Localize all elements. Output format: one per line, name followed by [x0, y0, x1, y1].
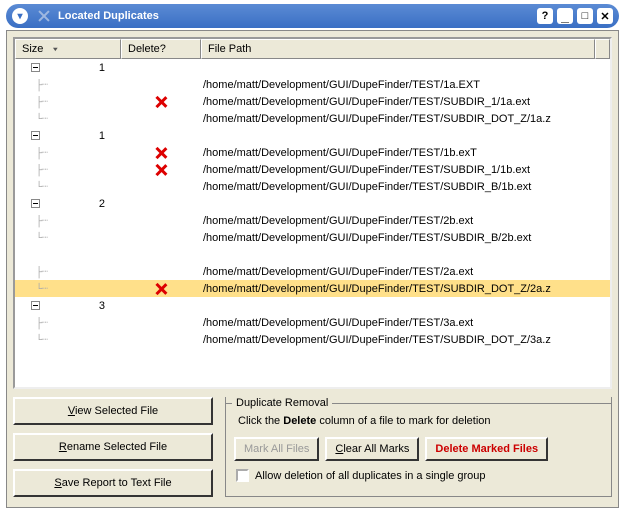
sort-descending-icon: ▼: [51, 46, 59, 52]
allow-deletion-checkbox[interactable]: [236, 469, 249, 482]
table-row[interactable]: └┈ /home/matt/Development/GUI/DupeFinder/…: [15, 229, 610, 246]
minimize-button[interactable]: _: [557, 8, 573, 24]
file-path: /home/matt/Development/GUI/DupeFinder/TE…: [201, 79, 610, 91]
collapse-icon[interactable]: [31, 199, 40, 208]
file-path: /home/matt/Development/GUI/DupeFinder/TE…: [201, 164, 610, 176]
removal-instructions: Click the Delete column of a file to mar…: [238, 415, 603, 427]
tree-branch-icon: └┈: [19, 233, 47, 245]
window-title: Located Duplicates: [58, 10, 159, 22]
view-selected-button[interactable]: View Selected File: [13, 397, 213, 425]
duplicates-grid: Size ▼ Delete? File Path 1 ├┈ /home/matt/…: [13, 37, 612, 389]
removal-button-row: Mark All Files Clear All Marks Delete Ma…: [234, 437, 603, 461]
app-icon: [36, 8, 52, 24]
file-path: /home/matt/Development/GUI/DupeFinder/TE…: [201, 266, 610, 278]
table-row[interactable]: ├┈ /home/matt/Development/GUI/DupeFinder/…: [15, 93, 610, 110]
table-row[interactable]: ├┈ /home/matt/Development/GUI/DupeFinder/…: [15, 144, 610, 161]
mark-all-button[interactable]: Mark All Files: [234, 437, 319, 461]
column-header-delete[interactable]: Delete?: [121, 39, 201, 59]
table-row[interactable]: ├┈ /home/matt/Development/GUI/DupeFinder/…: [15, 212, 610, 229]
file-path: /home/matt/Development/GUI/DupeFinder/TE…: [201, 317, 610, 329]
table-row[interactable]: └┈ /home/matt/Development/GUI/DupeFinder/…: [15, 110, 610, 127]
column-header-delete-label: Delete?: [128, 43, 166, 55]
delete-marked-button[interactable]: Delete Marked Files: [425, 437, 548, 461]
collapse-icon[interactable]: [31, 63, 40, 72]
table-row[interactable]: ├┈ /home/matt/Development/GUI/DupeFinder/…: [15, 263, 610, 280]
tree-branch-icon: ├┈: [19, 165, 47, 177]
file-path: /home/matt/Development/GUI/DupeFinder/TE…: [201, 215, 610, 227]
close-button[interactable]: ✕: [597, 8, 613, 24]
file-path: /home/matt/Development/GUI/DupeFinder/TE…: [201, 283, 610, 295]
rename-selected-button[interactable]: Rename Selected File: [13, 433, 213, 461]
table-row[interactable]: ├┈ /home/matt/Development/GUI/DupeFinder/…: [15, 314, 610, 331]
grid-body[interactable]: 1 ├┈ /home/matt/Development/GUI/DupeFinde…: [15, 59, 610, 389]
file-path: /home/matt/Development/GUI/DupeFinder/TE…: [201, 232, 610, 244]
tree-branch-icon: ├┈: [19, 148, 47, 160]
help-button[interactable]: ?: [537, 8, 553, 24]
file-path: /home/matt/Development/GUI/DupeFinder/TE…: [201, 96, 610, 108]
table-row[interactable]: 2: [15, 195, 610, 212]
column-header-size-label: Size: [22, 43, 43, 55]
file-path: /home/matt/Development/GUI/DupeFinder/TE…: [201, 334, 610, 346]
delete-mark-icon[interactable]: [154, 163, 168, 177]
tree-branch-icon: ├┈: [19, 80, 47, 92]
tree-branch-icon: ├┈: [19, 267, 47, 279]
tree-branch-icon: └┈: [19, 114, 47, 126]
delete-mark-icon[interactable]: [154, 282, 168, 296]
delete-cell[interactable]: [121, 95, 201, 109]
column-header-path[interactable]: File Path: [201, 39, 595, 59]
table-row[interactable]: 1: [15, 59, 610, 76]
table-row[interactable]: 1: [15, 127, 610, 144]
file-path: /home/matt/Development/GUI/DupeFinder/TE…: [201, 181, 610, 193]
duplicate-removal-group: Duplicate Removal Click the Delete colum…: [225, 397, 612, 497]
collapse-icon[interactable]: [31, 301, 40, 310]
table-row[interactable]: └┈ /home/matt/Development/GUI/DupeFinder/…: [15, 331, 610, 348]
column-header-path-label: File Path: [208, 43, 251, 55]
table-row[interactable]: 3: [15, 297, 610, 314]
tree-branch-icon: ├┈: [19, 318, 47, 330]
tree-branch-icon: ├┈: [19, 97, 47, 109]
file-path: /home/matt/Development/GUI/DupeFinder/TE…: [201, 113, 610, 125]
table-row[interactable]: [15, 246, 610, 263]
table-row[interactable]: └┈ /home/matt/Development/GUI/DupeFinder/…: [15, 280, 610, 297]
tree-branch-icon: └┈: [19, 182, 47, 194]
column-header-stub: [595, 39, 610, 59]
collapse-icon[interactable]: [31, 131, 40, 140]
tree-branch-icon: ├┈: [19, 216, 47, 228]
table-row[interactable]: ├┈ /home/matt/Development/GUI/DupeFinder/…: [15, 161, 610, 178]
clear-all-button[interactable]: Clear All Marks: [325, 437, 419, 461]
column-header-size[interactable]: Size ▼: [15, 39, 121, 59]
delete-mark-icon[interactable]: [154, 146, 168, 160]
file-path: /home/matt/Development/GUI/DupeFinder/TE…: [201, 147, 610, 159]
delete-cell[interactable]: [121, 146, 201, 160]
tree-branch-icon: └┈: [19, 284, 47, 296]
allow-deletion-row[interactable]: Allow deletion of all duplicates in a si…: [236, 469, 603, 482]
allow-deletion-label: Allow deletion of all duplicates in a si…: [255, 470, 486, 482]
delete-mark-icon[interactable]: [154, 95, 168, 109]
window-menu-button[interactable]: ▾: [12, 8, 28, 24]
delete-cell[interactable]: [121, 282, 201, 296]
delete-cell[interactable]: [121, 163, 201, 177]
table-row[interactable]: ├┈ /home/matt/Development/GUI/DupeFinder/…: [15, 76, 610, 93]
table-row[interactable]: └┈ /home/matt/Development/GUI/DupeFinder/…: [15, 178, 610, 195]
action-buttons: View Selected File Rename Selected File …: [13, 397, 213, 497]
group-legend: Duplicate Removal: [232, 397, 332, 409]
grid-header: Size ▼ Delete? File Path: [15, 39, 610, 59]
tree-branch-icon: └┈: [19, 335, 47, 347]
maximize-button[interactable]: □: [577, 8, 593, 24]
save-report-button[interactable]: Save Report to Text File: [13, 469, 213, 497]
titlebar: ▾ Located Duplicates ? _ □ ✕: [6, 4, 619, 28]
bottom-panel: View Selected File Rename Selected File …: [13, 397, 612, 497]
content-area: Size ▼ Delete? File Path 1 ├┈ /home/matt/…: [6, 30, 619, 508]
